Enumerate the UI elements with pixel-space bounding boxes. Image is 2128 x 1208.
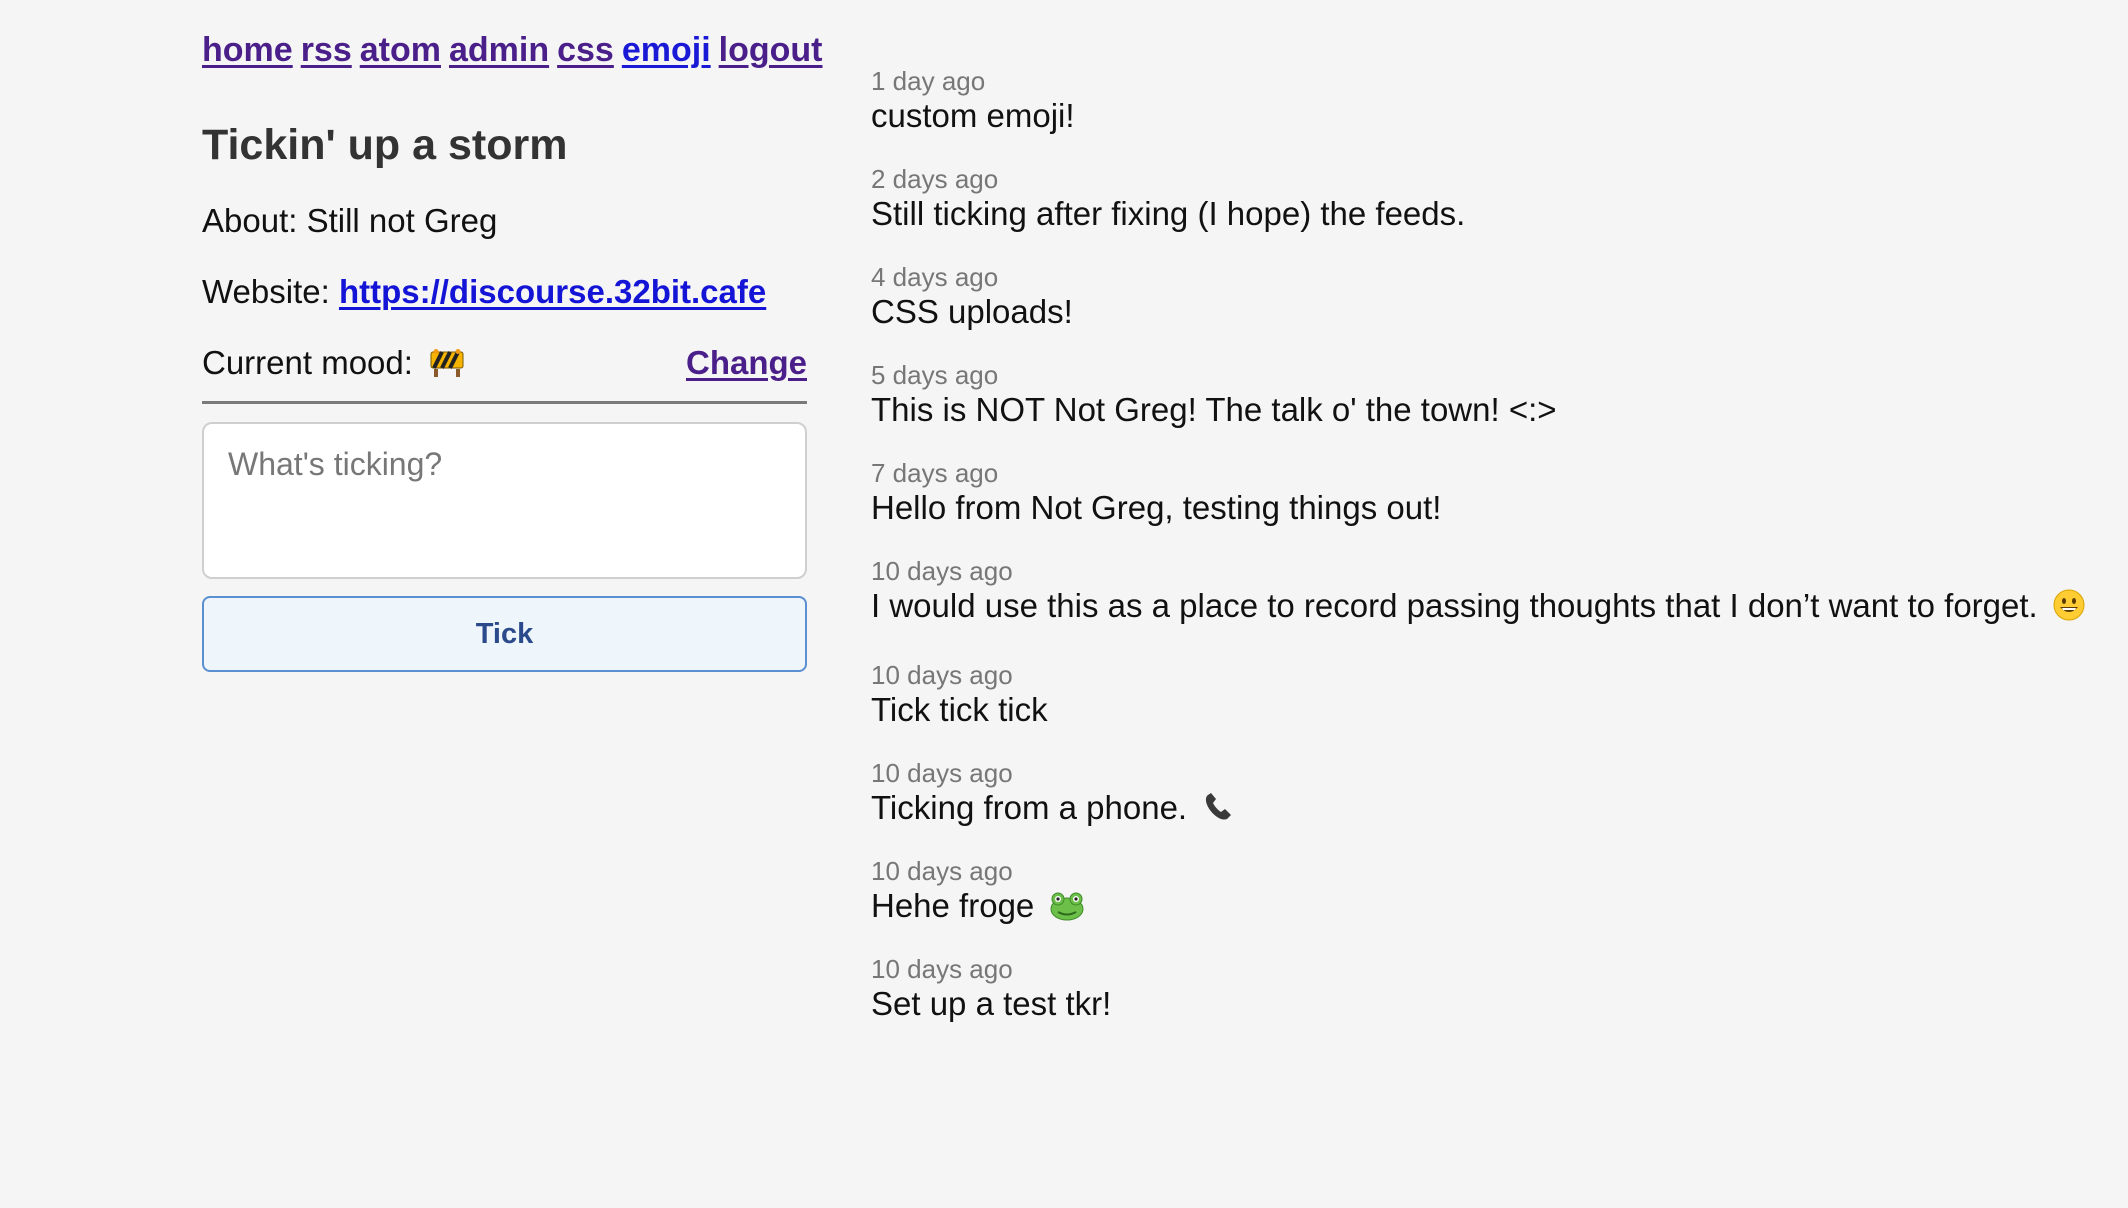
tick-text-row: I would use this as a place to record pa… bbox=[871, 586, 2111, 626]
tick-time: 10 days ago bbox=[871, 856, 1013, 886]
nav-emoji[interactable]: emoji bbox=[622, 22, 711, 78]
tick-text: Set up a test tkr! bbox=[871, 985, 1112, 1022]
tick-item: 10 days ago I would use this as a place … bbox=[871, 556, 2111, 626]
website-label: Website: bbox=[202, 273, 330, 310]
tick-item: 10 days ago Tick tick tick bbox=[871, 660, 2111, 730]
top-nav: home rss atom admin css emoji logout bbox=[202, 22, 823, 78]
tick-item: 1 day ago custom emoji! bbox=[871, 66, 2111, 136]
tick-item: 4 days ago CSS uploads! bbox=[871, 262, 2111, 332]
tick-item: 2 days ago Still ticking after fixing (I… bbox=[871, 164, 2111, 234]
frog-icon bbox=[1050, 892, 1084, 921]
tick-time: 7 days ago bbox=[871, 458, 999, 488]
tick-item: 10 days ago Ticking from a phone. bbox=[871, 758, 2111, 828]
nav-home[interactable]: home bbox=[202, 22, 293, 78]
mood-label: Current mood: bbox=[202, 344, 413, 381]
nav-logout[interactable]: logout bbox=[719, 22, 823, 78]
tick-input[interactable] bbox=[202, 422, 807, 579]
nav-admin[interactable]: admin bbox=[449, 22, 549, 78]
tick-time: 10 days ago bbox=[871, 660, 1013, 690]
page: home rss atom admin css emoji logout Tic… bbox=[0, 0, 2128, 1208]
tick-time: 5 days ago bbox=[871, 360, 999, 390]
tick-time: 10 days ago bbox=[871, 954, 1013, 984]
tick-text: Hello from Not Greg, testing things out! bbox=[871, 489, 1442, 526]
tick-button[interactable]: Tick bbox=[202, 596, 807, 672]
tick-text: Tick tick tick bbox=[871, 691, 1048, 728]
tick-time: 2 days ago bbox=[871, 164, 999, 194]
change-mood-link[interactable]: Change bbox=[686, 343, 807, 383]
tick-item: 10 days ago Set up a test tkr! bbox=[871, 954, 2111, 1024]
tick-text-row: Ticking from a phone. bbox=[871, 788, 2111, 828]
tick-text: Ticking from a phone. bbox=[871, 789, 1188, 826]
tick-feed: 1 day ago custom emoji! 2 days ago Still… bbox=[871, 66, 2111, 1052]
tick-text: Still ticking after fixing (I hope) the … bbox=[871, 195, 1466, 232]
tick-item: 7 days ago Hello from Not Greg, testing … bbox=[871, 458, 2111, 528]
tick-time: 10 days ago bbox=[871, 556, 1013, 586]
tick-item: 10 days ago Hehe froge bbox=[871, 856, 2111, 926]
about-text: About: Still not Greg bbox=[202, 202, 498, 239]
tick-text: This is NOT Not Greg! The talk o' the to… bbox=[871, 391, 1557, 428]
nav-rss[interactable]: rss bbox=[301, 22, 352, 78]
sidebar: home rss atom admin css emoji logout Tic… bbox=[202, 22, 823, 672]
tick-time: 4 days ago bbox=[871, 262, 999, 292]
website-row: Website: https://discourse.32bit.cafe bbox=[202, 272, 807, 312]
mood-display: Current mood: bbox=[202, 343, 464, 383]
nav-atom[interactable]: atom bbox=[360, 22, 441, 78]
mood-row: Current mood: Change bbox=[202, 343, 807, 404]
telephone-icon bbox=[1206, 793, 1232, 820]
tick-text: custom emoji! bbox=[871, 97, 1075, 134]
construction-barrier-icon bbox=[430, 349, 464, 377]
tick-time: 10 days ago bbox=[871, 758, 1013, 788]
tick-text: Hehe froge bbox=[871, 887, 1035, 924]
page-title: Tickin' up a storm bbox=[202, 121, 568, 169]
nav-css[interactable]: css bbox=[557, 22, 614, 78]
tick-item: 5 days ago This is NOT Not Greg! The tal… bbox=[871, 360, 2111, 430]
grinning-face-icon bbox=[2053, 589, 2085, 621]
tick-text: CSS uploads! bbox=[871, 293, 1073, 330]
tick-text: I would use this as a place to record pa… bbox=[871, 587, 2038, 624]
website-link[interactable]: https://discourse.32bit.cafe bbox=[339, 273, 766, 310]
tick-time: 1 day ago bbox=[871, 66, 986, 96]
tick-text-row: Hehe froge bbox=[871, 886, 2111, 926]
